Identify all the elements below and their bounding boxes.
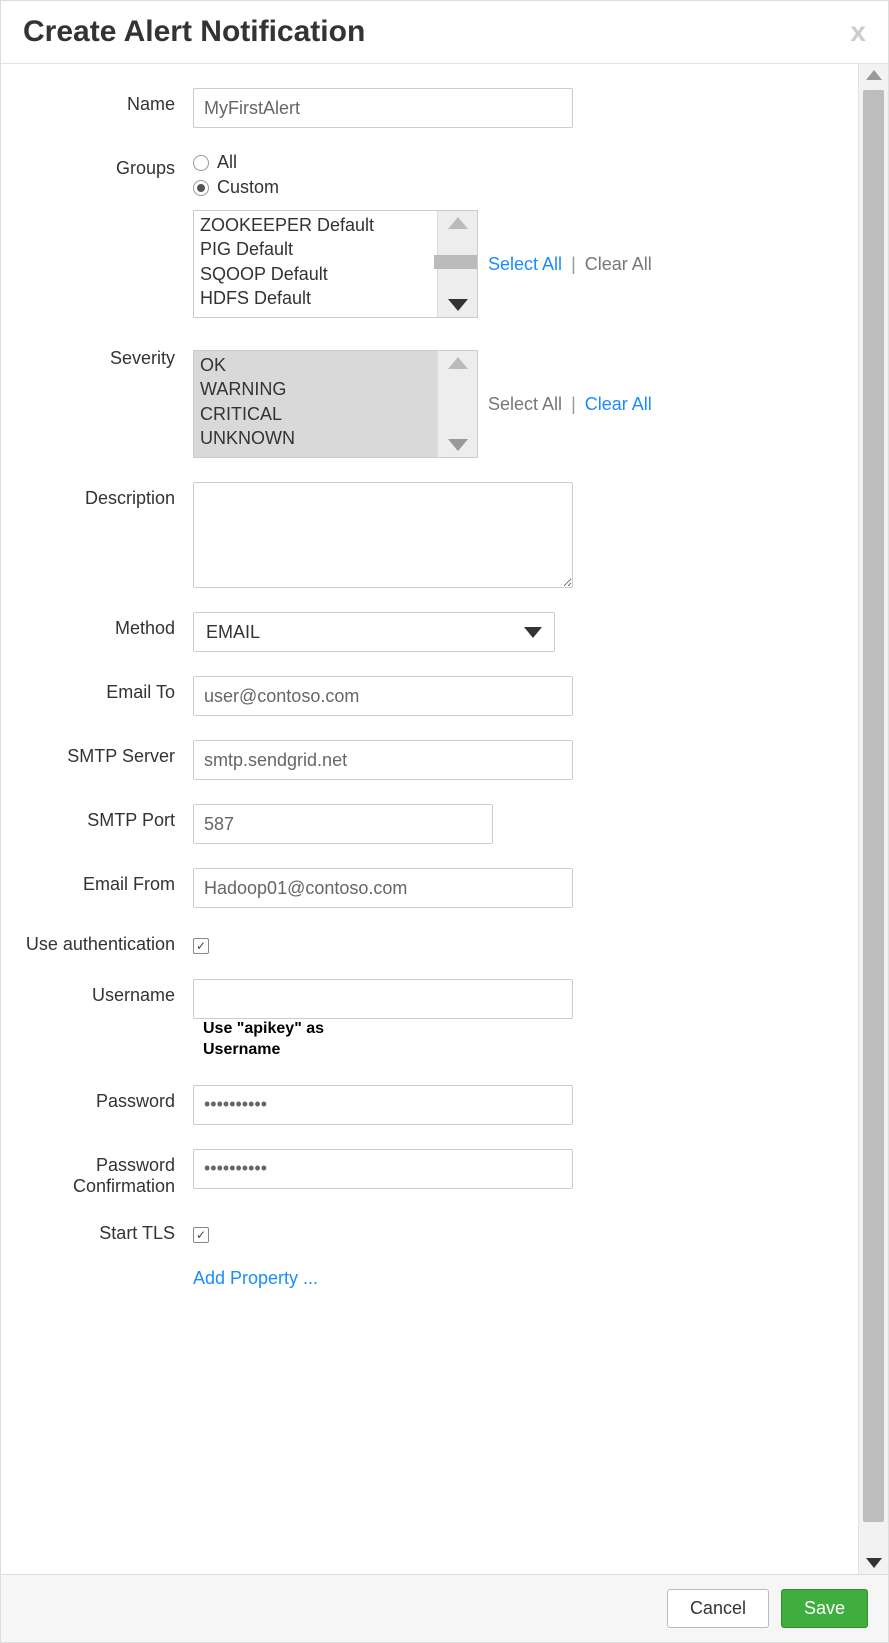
- use-auth-label: Use authentication: [25, 932, 193, 955]
- smtp-port-label: SMTP Port: [25, 804, 193, 831]
- use-auth-checkbox[interactable]: [193, 938, 209, 954]
- list-item[interactable]: SQOOP Default: [200, 262, 431, 286]
- method-select[interactable]: EMAIL: [193, 612, 555, 652]
- username-label: Username: [25, 979, 193, 1006]
- list-item[interactable]: CRITICAL: [200, 402, 431, 426]
- groups-label: Groups: [25, 152, 193, 179]
- separator: |: [571, 254, 576, 274]
- list-item[interactable]: PIG Default: [200, 237, 431, 261]
- severity-label: Severity: [25, 342, 193, 369]
- name-label: Name: [25, 88, 193, 115]
- dialog-header: Create Alert Notification x: [1, 1, 888, 64]
- scroll-up-icon[interactable]: [866, 70, 882, 80]
- radio-icon: [193, 155, 209, 171]
- email-from-label: Email From: [25, 868, 193, 895]
- dialog-scrollbar[interactable]: [858, 64, 888, 1574]
- dialog-footer: Cancel Save: [1, 1574, 888, 1642]
- method-label: Method: [25, 612, 193, 639]
- severity-clear-all-link[interactable]: Clear All: [585, 394, 652, 414]
- groups-listbox[interactable]: ZOOKEEPER Default PIG Default SQOOP Defa…: [193, 210, 478, 318]
- smtp-port-input[interactable]: [193, 804, 493, 844]
- name-input[interactable]: [193, 88, 573, 128]
- smtp-server-input[interactable]: [193, 740, 573, 780]
- list-item[interactable]: WARNING: [200, 377, 431, 401]
- chevron-down-icon: [524, 627, 542, 638]
- description-label: Description: [25, 482, 193, 509]
- groups-listbox-items: ZOOKEEPER Default PIG Default SQOOP Defa…: [194, 211, 437, 317]
- scroll-thumb[interactable]: [863, 90, 884, 1522]
- method-value: EMAIL: [206, 622, 260, 643]
- groups-radio-custom[interactable]: Custom: [193, 177, 848, 198]
- username-hint: Use "apikey" as Username: [203, 1019, 363, 1061]
- list-item[interactable]: ZOOKEEPER Default: [200, 213, 431, 237]
- email-to-input[interactable]: [193, 676, 573, 716]
- groups-radio-all[interactable]: All: [193, 152, 848, 173]
- password-confirm-input[interactable]: [193, 1149, 573, 1189]
- cancel-button[interactable]: Cancel: [667, 1589, 769, 1628]
- dialog-body: Name Groups All Custom: [1, 64, 888, 1574]
- list-item[interactable]: UNKNOWN: [200, 426, 431, 450]
- form-scroll-area: Name Groups All Custom: [1, 64, 858, 1574]
- start-tls-checkbox[interactable]: [193, 1227, 209, 1243]
- groups-select-all-link[interactable]: Select All: [488, 254, 562, 274]
- groups-scrollbar[interactable]: [437, 211, 477, 317]
- groups-link-actions: Select All | Clear All: [488, 254, 652, 275]
- add-property-link[interactable]: Add Property ...: [193, 1268, 848, 1289]
- list-item[interactable]: OK: [200, 353, 431, 377]
- email-from-input[interactable]: [193, 868, 573, 908]
- radio-icon: [193, 180, 209, 196]
- password-input[interactable]: [193, 1085, 573, 1125]
- close-icon[interactable]: x: [850, 18, 866, 46]
- scroll-thumb[interactable]: [434, 255, 478, 269]
- save-button[interactable]: Save: [781, 1589, 868, 1628]
- password-confirm-label: Password Confirmation: [25, 1149, 193, 1197]
- radio-label-all: All: [217, 152, 237, 173]
- start-tls-label: Start TLS: [25, 1221, 193, 1244]
- email-to-label: Email To: [25, 676, 193, 703]
- severity-listbox[interactable]: OK WARNING CRITICAL UNKNOWN: [193, 350, 478, 458]
- scroll-down-icon[interactable]: [448, 439, 468, 451]
- severity-link-actions: Select All | Clear All: [488, 394, 652, 415]
- scroll-up-icon[interactable]: [448, 357, 468, 369]
- scroll-down-icon[interactable]: [866, 1558, 882, 1568]
- dialog-title: Create Alert Notification: [23, 15, 365, 49]
- username-input[interactable]: [193, 979, 573, 1019]
- password-label: Password: [25, 1085, 193, 1112]
- description-textarea[interactable]: [193, 482, 573, 588]
- scroll-up-icon[interactable]: [448, 217, 468, 229]
- scroll-down-icon[interactable]: [448, 299, 468, 311]
- list-item[interactable]: HDFS Default: [200, 286, 431, 310]
- radio-label-custom: Custom: [217, 177, 279, 198]
- smtp-server-label: SMTP Server: [25, 740, 193, 767]
- severity-listbox-items: OK WARNING CRITICAL UNKNOWN: [194, 351, 437, 457]
- severity-scrollbar[interactable]: [437, 351, 477, 457]
- severity-select-all-link[interactable]: Select All: [488, 394, 562, 414]
- separator: |: [571, 394, 576, 414]
- create-alert-dialog: Create Alert Notification x Name Groups …: [0, 0, 889, 1643]
- groups-clear-all-link[interactable]: Clear All: [585, 254, 652, 274]
